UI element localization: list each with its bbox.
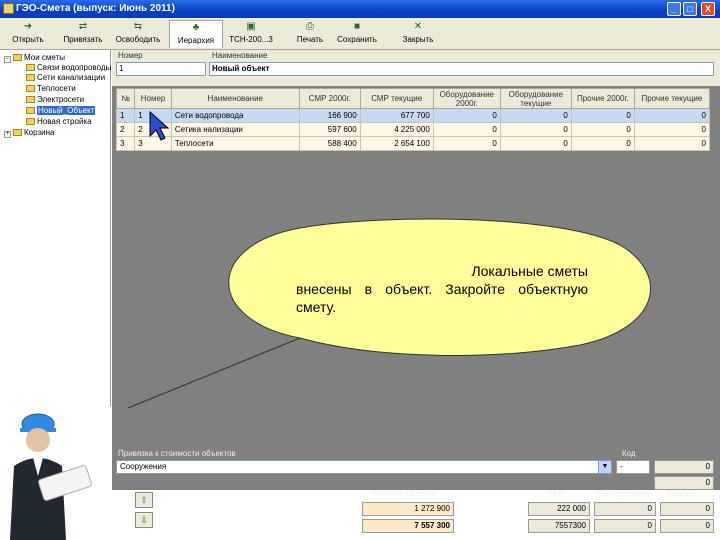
folder-icon (26, 107, 35, 114)
col-header[interactable]: Номер (134, 88, 172, 109)
print-icon: ⎙ (306, 21, 314, 32)
bubble-text: Локальные сметы внесены в объект. Закрой… (296, 263, 588, 315)
table-row[interactable]: 2 2 Сетика нализации 597 600 4 225 000 0… (115, 122, 711, 137)
save-icon: ■ (353, 21, 361, 32)
chevron-down-icon[interactable]: ▼ (598, 461, 611, 473)
number-label: Номер (118, 51, 143, 60)
engineer-illustration-icon (10, 413, 92, 540)
other-current-value: 0 (660, 519, 714, 533)
project-tree: − Мои сметы Связи водопроводы Сети канали… (0, 50, 111, 407)
open-button[interactable]: ➜ Открыть (6, 20, 50, 48)
col-header[interactable]: Прочие 2000г. (570, 88, 635, 109)
table-row[interactable]: 1 1 Сети водопровода 166 900 677 700 0 0… (115, 108, 711, 123)
folder-icon (13, 54, 22, 61)
close-doc-icon: ✕ (413, 21, 423, 32)
total-current-value: 7 557 300 (362, 519, 454, 533)
tsn-icon: ▣ (246, 21, 256, 32)
tree-item[interactable]: Электросети (26, 95, 84, 105)
smr-col-label: СМР (548, 489, 566, 498)
tree-item-my-estimates[interactable]: − Мои сметы (4, 53, 65, 63)
equip-2000-value: 0 (594, 502, 656, 516)
other-col-label: Прочие (668, 489, 696, 498)
equip-col-label: Оборудование (596, 489, 651, 498)
save-button[interactable]: ■ Сохранить (332, 20, 382, 48)
total-label: Итого по объекту (372, 489, 436, 498)
number-field[interactable]: 1 (116, 62, 206, 76)
attach-button[interactable]: ⇄ Привязать (58, 20, 108, 48)
folder-icon (26, 64, 35, 71)
tree-item-selected[interactable]: Новый_Объект (26, 106, 96, 116)
table-row[interactable]: 3 3 Теплосети 588 400 2 654 100 0 0 0 0 (115, 136, 711, 151)
other-2000-value: 0 (660, 502, 714, 516)
folder-icon (26, 74, 35, 81)
down-arrow-icon: ⇩ (140, 515, 148, 525)
right-value-2: 0 (654, 476, 714, 490)
up-arrow-button[interactable]: ⇧ (135, 492, 153, 508)
up-arrow-icon: ⇧ (140, 495, 148, 505)
hierarchy-button[interactable]: ♣ Иерархия (169, 20, 223, 48)
collapse-icon[interactable]: − (4, 56, 11, 63)
name-field[interactable]: Новый объект (209, 62, 714, 76)
col-header[interactable]: СМР 2000г. (298, 88, 361, 109)
prices-current-label: в текущих ценах (458, 522, 520, 531)
prices-2000-label: в ценах 2000 г. (458, 505, 513, 514)
title-bar: ГЭО-Смета (выпуск: Июнь 2011) _ □ X (0, 0, 720, 18)
estimates-table: № Номер Наименование СМР 2000г. СМР теку… (115, 88, 711, 151)
engineer-figure (0, 406, 112, 540)
code-label: Код (622, 449, 636, 458)
release-button[interactable]: ⇆ Освободить (113, 20, 163, 48)
tsn-button[interactable]: ▣ ТСН-200...3 (226, 20, 276, 48)
print-button[interactable]: ⎙ Печать (294, 20, 326, 48)
col-header[interactable]: Оборудование 2000г. (432, 88, 501, 109)
smr-current-value: 7557300 (528, 519, 590, 533)
name-label: Наименование (212, 51, 268, 60)
smr-2000-value: 222 000 (528, 502, 590, 516)
folder-icon (26, 118, 35, 125)
close-window-button[interactable]: X (701, 2, 715, 16)
trash-icon (13, 129, 22, 136)
folder-icon (26, 96, 35, 103)
toolbar: ➜ Открыть ⇄ Привязать ⇆ Освободить ♣ Иер… (0, 18, 720, 50)
expand-icon[interactable]: + (4, 131, 11, 138)
maximize-button[interactable]: □ (683, 2, 697, 16)
col-header[interactable]: Наименование (170, 88, 300, 109)
close-doc-button[interactable]: ✕ Закрыть (398, 20, 438, 48)
link-icon: ⇄ (78, 21, 88, 32)
hierarchy-icon: ♣ (192, 22, 200, 33)
down-arrow-button[interactable]: ⇩ (135, 512, 153, 528)
col-header[interactable]: Прочие текущие (633, 88, 711, 109)
col-header[interactable]: Оборудование текущие (499, 88, 572, 109)
cursor-icon (149, 110, 170, 141)
tree-item-trash[interactable]: + Корзина (4, 128, 54, 138)
open-icon: ➜ (23, 21, 33, 32)
right-value-1: 0 (654, 460, 714, 474)
binding-combo[interactable]: Сооружения ▼ (116, 460, 612, 474)
binding-label: Привязка к стоимости объектов (118, 449, 236, 458)
minimize-button[interactable]: _ (667, 2, 681, 16)
tree-item[interactable]: Теплосети (26, 84, 76, 94)
app-icon (3, 3, 14, 14)
folder-icon (26, 85, 35, 92)
code-field[interactable]: - (616, 460, 650, 474)
tree-item[interactable]: Сети канализации (26, 73, 105, 83)
tree-item[interactable]: Новая стройка (26, 117, 92, 127)
equip-current-value: 0 (594, 519, 656, 533)
window-title: ГЭО-Смета (выпуск: Июнь 2011) (16, 3, 175, 14)
tree-item[interactable]: Связи водопроводы (26, 63, 111, 73)
release-icon: ⇆ (133, 21, 143, 32)
col-header[interactable]: СМР текущие (359, 88, 434, 109)
col-header[interactable]: № (115, 88, 136, 109)
total-2000-value: 1 272 900 (362, 502, 454, 516)
